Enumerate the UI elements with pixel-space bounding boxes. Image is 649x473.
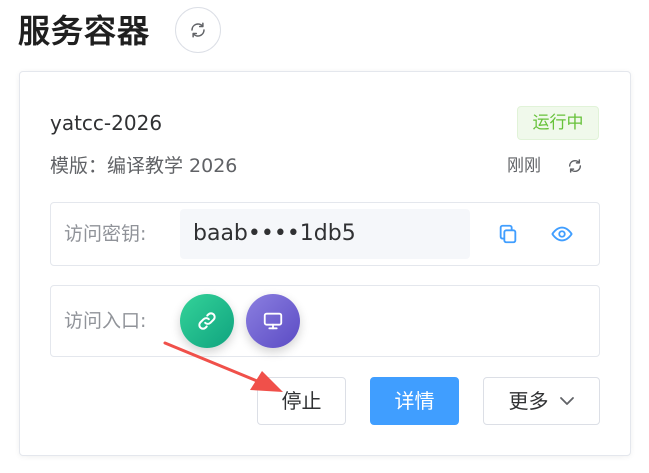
page-refresh-button[interactable]	[175, 7, 221, 53]
link-icon	[198, 312, 216, 330]
stop-button[interactable]: 停止	[257, 377, 346, 425]
copy-icon	[499, 224, 517, 244]
container-name: yatcc-2026	[50, 111, 163, 135]
refresh-icon	[191, 22, 205, 38]
updated-time: 刚刚	[507, 156, 541, 176]
monitor-icon	[263, 312, 283, 330]
eye-icon	[551, 226, 573, 242]
open-link-button[interactable]	[180, 294, 234, 348]
access-key-label: 访问密钥:	[64, 223, 147, 245]
copy-key-button[interactable]	[497, 223, 519, 245]
card-refresh-button[interactable]	[565, 156, 585, 176]
more-dropdown-button[interactable]: 更多	[483, 377, 600, 425]
access-entry-label: 访问入口:	[64, 310, 147, 332]
page-title: 服务容器	[18, 12, 151, 50]
detail-button[interactable]: 详情	[370, 377, 459, 425]
status-badge: 运行中	[517, 106, 599, 140]
refresh-icon	[568, 159, 582, 173]
reveal-key-button[interactable]	[550, 223, 574, 245]
chevron-down-icon	[559, 397, 574, 405]
access-key-value: baab••••1db5	[180, 209, 470, 259]
more-label: 更多	[508, 389, 549, 413]
template-info: 模版：编译教学 2026	[50, 155, 238, 177]
service-container-page: 服务容器 yatcc-2026 运行中 模版：编译教学 2026 刚刚 访问密钥…	[0, 0, 649, 473]
open-desktop-button[interactable]	[246, 294, 300, 348]
